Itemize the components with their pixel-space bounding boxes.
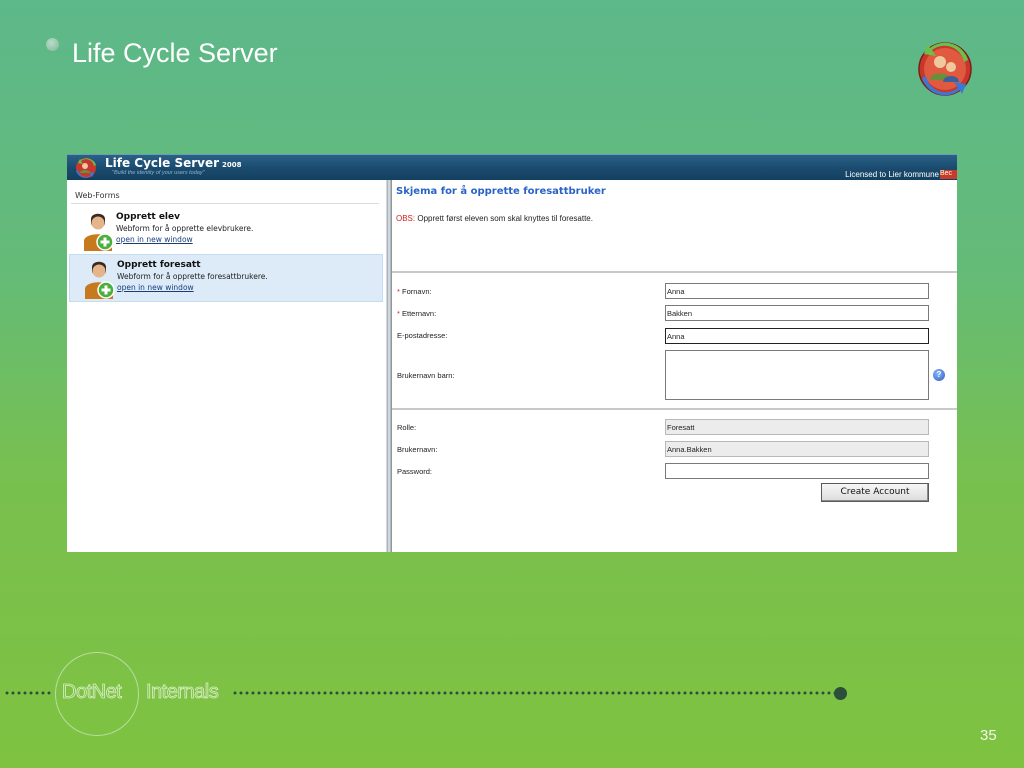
web-form-description: Webform for å opprette foresattbrukere. [117,272,268,281]
rolle-field: Foresatt [665,419,929,435]
etternavn-label: * Etternavn: [397,309,437,318]
epost-input[interactable]: Anna [665,328,929,344]
form-pane: Skjema for å opprette foresattbruker OBS… [392,180,957,552]
section-divider [392,408,957,410]
open-in-new-window-link[interactable]: open in new window [116,235,193,244]
obs-notice: OBS: Opprett først eleven som skal knytt… [396,214,593,223]
obs-text: Opprett først eleven som skal knyttes ti… [415,214,593,223]
footer-dotted-line-right [232,691,836,695]
fornavn-input[interactable]: Anna [665,283,929,299]
footer-brand-internals: Internals [146,681,220,704]
web-forms-title: Web-Forms [75,191,120,200]
title-bullet-dot [46,38,59,51]
web-form-item-opprett-foresatt[interactable]: Opprett foresatt Webform for å opprette … [69,254,383,302]
open-in-new-window-link[interactable]: open in new window [117,283,194,292]
app-header-bar: Life Cycle Server 2008 "Build the identit… [67,154,957,180]
brukernavn-field: Anna.Bakken [665,441,929,457]
password-label: Password: [397,467,433,476]
rolle-label: Rolle: [397,423,417,432]
web-form-description: Webform for å opprette elevbrukere. [116,224,254,233]
web-forms-pane: Web-Forms Opprett elev Webform for å opp… [67,180,387,552]
app-year: 2008 [222,161,242,169]
app-logo-icon [76,158,96,178]
create-account-button[interactable]: Create Account [821,483,929,502]
brukernavn-barn-label: Brukernavn barn: [397,371,455,380]
footer-brand-dotnet: DotNet [62,681,123,704]
add-user-icon [85,261,115,299]
form-title: Skjema for å opprette foresattbruker [396,186,606,197]
license-text: Licensed to Lier kommune [845,170,939,179]
brukernavn-label: Brukernavn: [397,445,438,454]
epost-label: E-postadresse: [397,331,448,340]
app-name: Life Cycle Server 2008 [105,156,242,170]
app-window: Life Cycle Server 2008 "Build the identit… [67,154,957,552]
app-tagline: "Build the identity of your users today" [112,170,205,176]
web-form-name: Opprett foresatt [117,260,201,270]
web-form-item-opprett-elev[interactable]: Opprett elev Webform for å opprette elev… [69,207,383,255]
obs-label: OBS: [396,214,416,223]
footer-dot-end [834,687,847,700]
brukernavn-barn-textarea[interactable] [665,350,929,400]
footer-dotted-line-left [4,691,52,695]
page-number: 35 [980,727,997,744]
web-forms-divider [71,203,379,204]
etternavn-input[interactable]: Bakken [665,305,929,321]
add-user-icon [84,213,114,251]
web-form-name: Opprett elev [116,212,180,222]
fornavn-label: * Fornavn: [397,287,432,296]
help-icon[interactable]: ? [933,369,945,381]
section-divider [392,271,957,273]
life-cycle-logo-icon [918,42,972,96]
slide-title: Life Cycle Server [72,38,278,68]
password-input[interactable] [665,463,929,479]
license-badge: Bec [940,170,957,179]
